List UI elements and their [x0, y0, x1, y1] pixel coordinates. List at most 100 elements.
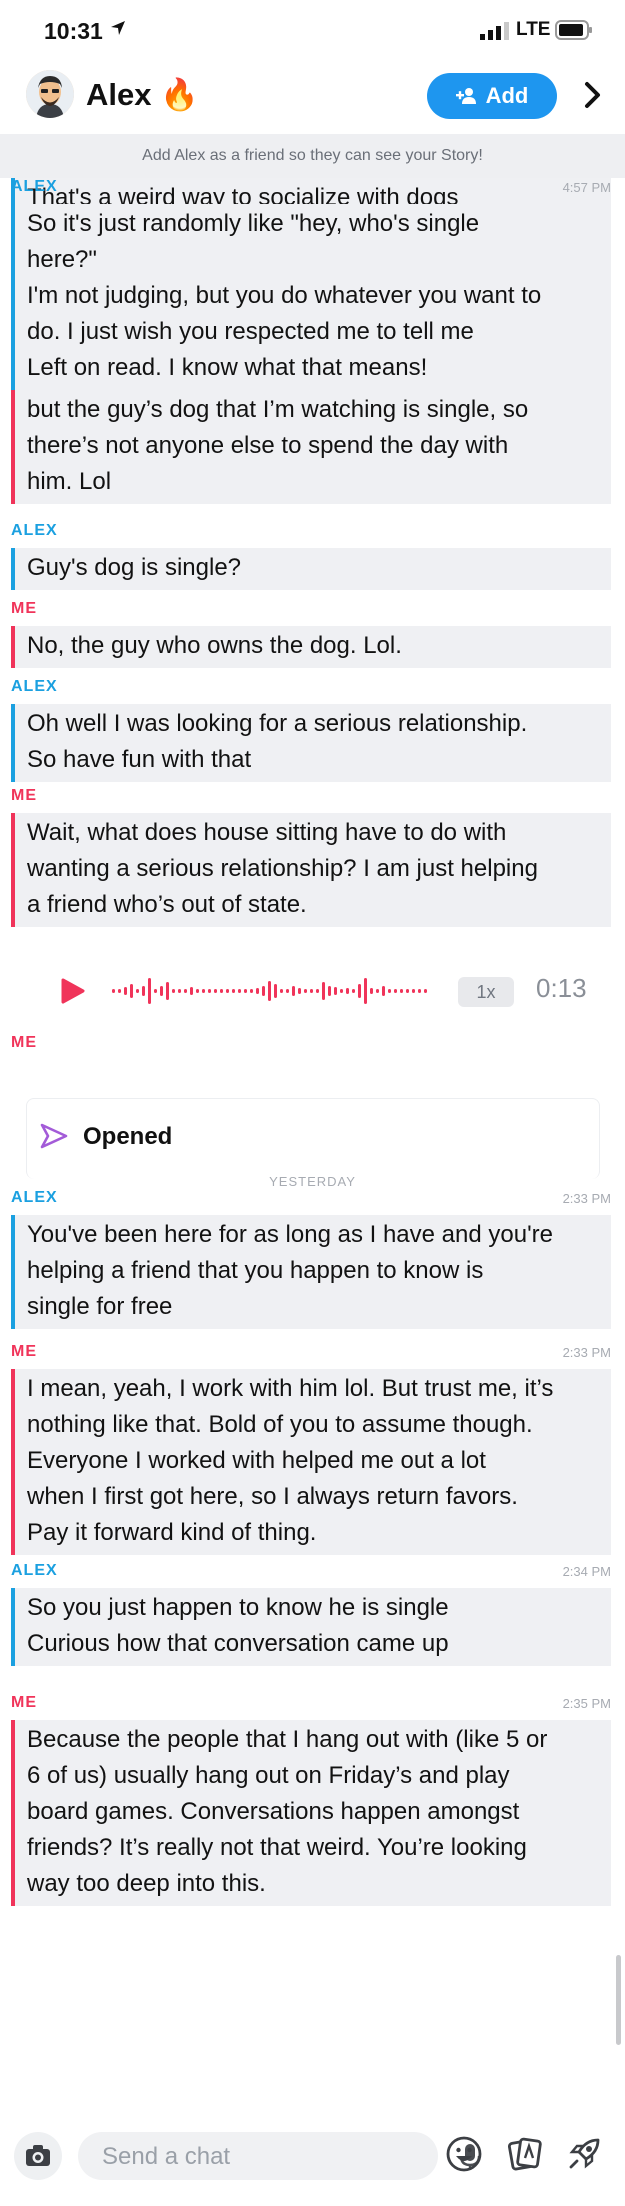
- message-bubble[interactable]: Guy's dog is single?: [11, 548, 611, 590]
- message-bubble[interactable]: You've been here for as long as I have a…: [11, 1215, 611, 1329]
- message-text: way too deep into this.: [27, 1870, 266, 1897]
- waveform-bar: [388, 989, 391, 993]
- message-text: a friend who’s out of state.: [27, 891, 307, 918]
- message-text: wanting a serious relationship? I am jus…: [27, 855, 538, 882]
- sender-label: ALEX: [11, 522, 58, 539]
- message-bubble[interactable]: Because the people that I hang out with …: [11, 1720, 611, 1906]
- play-icon[interactable]: [58, 977, 86, 1005]
- message-text: No, the guy who owns the dog. Lol.: [27, 632, 402, 659]
- waveform-bar: [370, 988, 373, 994]
- waveform-bar: [214, 989, 217, 993]
- scrollbar[interactable]: [616, 1955, 621, 2045]
- sender-label: ALEX: [11, 1189, 58, 1206]
- message-text: Wait, what does house sitting have to do…: [27, 819, 507, 846]
- waveform-bar: [160, 986, 163, 996]
- message-bubble[interactable]: No, the guy who owns the dog. Lol.: [11, 626, 611, 668]
- message-text: So it's just randomly like "hey, who's s…: [27, 210, 480, 237]
- waveform-bar: [166, 982, 169, 1000]
- message-text: nothing like that. Bold of you to assume…: [27, 1411, 533, 1438]
- message-text: there’s not anyone else to spend the day…: [27, 432, 509, 459]
- waveform-bar: [418, 989, 421, 993]
- sender-label: ME: [11, 787, 37, 804]
- status-bar: 10:31 LTE: [0, 0, 625, 62]
- waveform-bar: [136, 989, 139, 993]
- waveform-bar: [238, 989, 241, 993]
- add-friend-icon: [455, 88, 476, 104]
- chat-input[interactable]: [100, 2132, 354, 2182]
- message-bubble[interactable]: I mean, yeah, I work with him lol. But t…: [11, 1369, 611, 1555]
- waveform-bar: [184, 989, 187, 993]
- opened-arrow-icon: [40, 1123, 68, 1149]
- waveform-bar: [250, 989, 253, 993]
- message-bubble[interactable]: So it's just randomly like "hey, who's s…: [11, 204, 611, 390]
- message-text: So have fun with that: [27, 746, 252, 773]
- waveform-bar: [382, 986, 385, 996]
- message-text: board games. Conversations happen amongs…: [27, 1798, 520, 1825]
- message-text: helping a friend that you happen to know…: [27, 1257, 484, 1284]
- message-timestamp: 2:34 PM: [562, 1564, 611, 1579]
- network-label: LTE: [516, 19, 551, 40]
- camera-icon: [26, 2145, 50, 2166]
- waveform-bar: [220, 989, 223, 993]
- message-text: 6 of us) usually hang out on Friday’s an…: [27, 1762, 510, 1789]
- waveform-bar: [190, 987, 193, 995]
- waveform-bar: [328, 986, 331, 996]
- chat-input-container[interactable]: [78, 2132, 481, 2182]
- waveform-bar: [400, 989, 403, 993]
- opened-snap[interactable]: Opened: [26, 1098, 600, 1179]
- waveform-bar: [268, 981, 271, 1001]
- contact-name[interactable]: Alex 🔥: [86, 76, 199, 113]
- waveform-bar: [148, 978, 151, 1004]
- message-text: Curious how that conversation came up: [27, 1630, 449, 1657]
- waveform-bar: [346, 988, 349, 994]
- avatar[interactable]: [26, 70, 74, 118]
- sender-label: ALEX: [11, 178, 58, 195]
- location-arrow-icon: [111, 21, 125, 35]
- waveform-bar: [412, 989, 415, 993]
- camera-button[interactable]: [14, 2132, 62, 2180]
- waveform-bar: [130, 984, 133, 998]
- chevron-right-icon[interactable]: [580, 80, 604, 110]
- message-text: Pay it forward kind of thing.: [27, 1519, 317, 1546]
- opened-label: Opened: [83, 1123, 173, 1150]
- waveform[interactable]: [110, 969, 450, 1013]
- waveform-bar: [178, 989, 181, 993]
- message-bubble[interactable]: Oh well I was looking for a serious rela…: [11, 704, 611, 782]
- sender-label: ALEX: [11, 1562, 58, 1579]
- battery-icon: [555, 20, 592, 40]
- waveform-bar: [322, 982, 325, 1000]
- waveform-bar: [202, 989, 205, 993]
- waveform-bar: [208, 989, 211, 993]
- sender-label: ALEX: [11, 678, 58, 695]
- waveform-bar: [352, 989, 355, 993]
- message-text: friends? It’s really not that weird. You…: [27, 1834, 527, 1861]
- chat-header: Alex 🔥 Add: [0, 62, 625, 130]
- message-timestamp: 4:57 PM: [562, 180, 611, 195]
- message-text: single for free: [27, 1293, 173, 1320]
- waveform-bar: [316, 989, 319, 993]
- waveform-bar: [292, 986, 295, 996]
- message-bubble[interactable]: Wait, what does house sitting have to do…: [11, 813, 611, 927]
- waveform-bar: [244, 989, 247, 993]
- voice-note[interactable]: 1x 0:13: [40, 949, 596, 1033]
- waveform-bar: [124, 987, 127, 995]
- waveform-bar: [340, 989, 343, 993]
- message-timestamp: 2:33 PM: [562, 1345, 611, 1360]
- rocket-icon[interactable]: [564, 2134, 604, 2174]
- waveform-bar: [274, 984, 277, 998]
- emoji-icon[interactable]: [444, 2134, 484, 2174]
- add-friend-notice: Add Alex as a friend so they can see you…: [0, 134, 625, 178]
- cards-icon[interactable]: [505, 2134, 545, 2174]
- waveform-bar: [358, 984, 361, 998]
- add-friend-button[interactable]: Add: [427, 73, 557, 119]
- chat-input-bar: [0, 2120, 625, 2206]
- message-timestamp: 2:33 PM: [562, 1191, 611, 1206]
- waveform-bar: [298, 988, 301, 994]
- waveform-bar: [376, 989, 379, 993]
- waveform-bar: [142, 986, 145, 996]
- message-bubble[interactable]: So you just happen to know he is single C…: [11, 1588, 611, 1666]
- message-text: So you just happen to know he is single: [27, 1594, 449, 1621]
- waveform-bar: [304, 989, 307, 993]
- playback-speed-button[interactable]: 1x: [458, 977, 514, 1007]
- date-divider: YESTERDAY: [269, 1174, 356, 1189]
